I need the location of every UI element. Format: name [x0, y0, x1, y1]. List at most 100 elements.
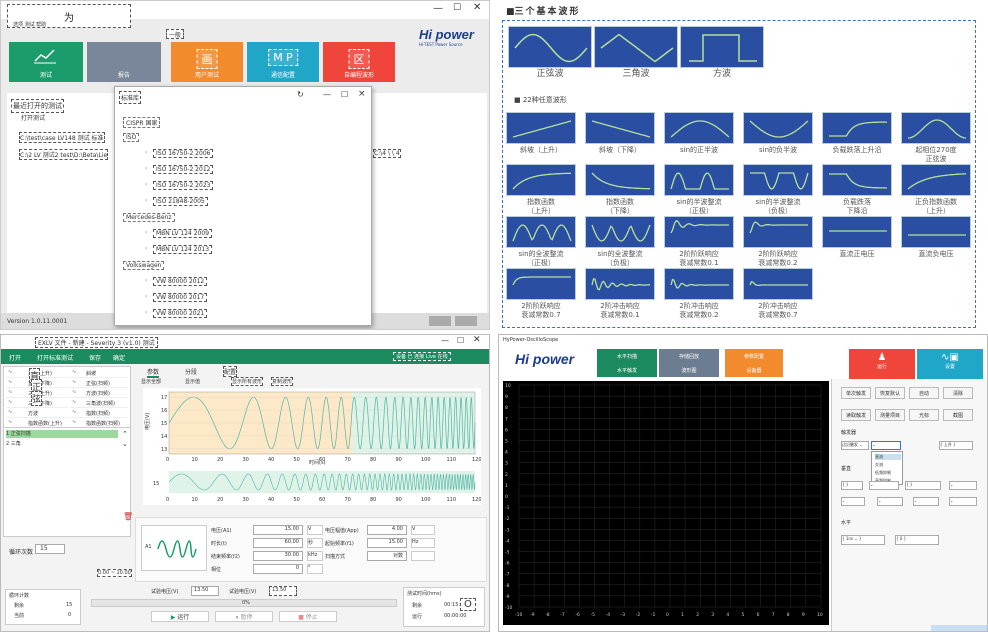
- arb-wave-1[interactable]: [585, 112, 655, 144]
- param-unit[interactable]: 秒: [307, 538, 323, 548]
- maximize-button[interactable]: ☐: [453, 3, 461, 13]
- stop-button[interactable]: ■ 停止: [279, 611, 337, 622]
- tile-comm-config[interactable]: M P 通信配置: [247, 42, 319, 82]
- param-input[interactable]: 15.00: [253, 525, 303, 535]
- step-row-2[interactable]: 2 三角: [6, 440, 118, 448]
- tile-wave[interactable]: 波形图: [659, 363, 719, 377]
- param-unit[interactable]: °: [307, 564, 323, 574]
- tile-device[interactable]: 设备器: [725, 363, 783, 377]
- open-standard-button[interactable]: 打开标准测试: [37, 353, 73, 362]
- basic-wave-0[interactable]: [508, 26, 592, 68]
- tile-report[interactable]: 报告: [87, 42, 161, 82]
- tree-item[interactable]: ISO 16750-2 2006: [153, 149, 214, 158]
- palette-right-item[interactable]: ∿ 斜坡: [70, 369, 128, 378]
- scope-button-5[interactable]: 测量项目: [875, 409, 905, 421]
- arb-wave-18[interactable]: [506, 268, 576, 300]
- vertical-controls[interactable]: { } ⌄ { } ⌄ ⌄ ⌄ ⌄ ⌄: [841, 477, 981, 509]
- tile-test[interactable]: 测试: [9, 42, 83, 82]
- tab-segments[interactable]: 分段: [185, 367, 197, 376]
- expand-arrow-icon[interactable]: ›: [145, 277, 147, 284]
- param-unit[interactable]: V: [411, 525, 435, 535]
- save-button[interactable]: 保存: [89, 353, 101, 362]
- show-all-button[interactable]: 显示全部: [141, 378, 161, 385]
- coupling-select[interactable]: ⌄: [871, 441, 901, 450]
- confirm-button[interactable]: 确定: [113, 353, 125, 362]
- param-input[interactable]: 对数: [367, 551, 407, 561]
- vmax-input[interactable]: 13.50: [269, 586, 297, 596]
- param-unit[interactable]: kHz: [307, 551, 323, 561]
- param-input[interactable]: 4.00: [367, 525, 407, 535]
- recent-file-3[interactable]: C:\4 \ \ 4: [373, 149, 401, 158]
- scope-button-1[interactable]: 恢复默认: [875, 387, 905, 399]
- open-button[interactable]: 打开: [9, 353, 21, 362]
- tree-item[interactable]: ISO 16750-2 2023: [153, 181, 214, 190]
- palette-right-item[interactable]: ∿ 方波(扫频): [70, 389, 128, 398]
- run-button[interactable]: ▶ 运行: [151, 611, 209, 622]
- expand-arrow-icon[interactable]: ›: [145, 197, 147, 204]
- expand-arrow-icon[interactable]: ›: [145, 181, 147, 188]
- run-tile[interactable]: ♟ 运行: [849, 349, 915, 379]
- arb-wave-11[interactable]: [901, 164, 971, 196]
- arb-wave-3[interactable]: [743, 112, 813, 144]
- time-base-select[interactable]: { 1ns ⌄ }: [841, 535, 885, 545]
- dialog-close[interactable]: ×: [358, 89, 366, 99]
- vmin-input[interactable]: 13.50: [191, 586, 219, 596]
- tree-item[interactable]: Volkswagen: [123, 261, 165, 270]
- severity-minimize[interactable]: —: [441, 336, 449, 345]
- arb-wave-16[interactable]: [822, 216, 892, 248]
- scroll-down[interactable]: ⌄: [122, 440, 128, 448]
- param-input[interactable]: 0: [253, 564, 303, 574]
- tab-config[interactable]: 配置: [223, 366, 238, 377]
- arb-wave-8[interactable]: [664, 164, 734, 196]
- arb-wave-17[interactable]: [901, 216, 971, 248]
- arb-wave-6[interactable]: [506, 164, 576, 196]
- palette-right-item[interactable]: ∿ 三角波(扫频): [70, 399, 128, 408]
- palette-left-item[interactable]: ∿ 方波: [6, 409, 68, 418]
- expand-arrow-icon[interactable]: ›: [145, 229, 147, 236]
- tile-params[interactable]: 参数配置: [725, 349, 783, 363]
- tile-custom-wave[interactable]: 区自编程波形: [323, 42, 395, 82]
- arb-wave-15[interactable]: [743, 216, 813, 248]
- arb-wave-5[interactable]: [901, 112, 971, 144]
- show-values-button[interactable]: 显示值: [185, 378, 200, 385]
- tile-store[interactable]: 存储回放: [659, 349, 719, 363]
- open-test-link[interactable]: 打开测试: [21, 113, 45, 122]
- minimize-button[interactable]: —: [433, 3, 443, 14]
- scope-button-3[interactable]: 清除: [943, 387, 973, 399]
- tree-item[interactable]: Mercedes-Benz: [123, 213, 175, 222]
- arb-wave-10[interactable]: [822, 164, 892, 196]
- param-unit[interactable]: V: [307, 525, 323, 535]
- arb-wave-19[interactable]: [585, 268, 655, 300]
- arb-wave-2[interactable]: [664, 112, 734, 144]
- refresh-icon[interactable]: ↻: [297, 90, 304, 99]
- tile-h-scan[interactable]: 水平扫描: [597, 349, 657, 363]
- recent-file-1[interactable]: C:\test\case LV148 测试 标准: [19, 132, 105, 143]
- palette-right-item[interactable]: ∿ 指数(扫频): [70, 409, 128, 418]
- arb-wave-13[interactable]: [585, 216, 655, 248]
- arb-wave-0[interactable]: [506, 112, 576, 144]
- loop-input[interactable]: 15: [35, 544, 65, 554]
- pause-button[interactable]: ⏸ 暂停: [215, 611, 273, 622]
- scope-button-4[interactable]: 读取触发: [841, 409, 871, 421]
- param-unit[interactable]: [411, 551, 435, 561]
- recent-file-2[interactable]: C:\2 LV 测试2 test\D:\Beta\Lie: [19, 149, 109, 160]
- copy-wave-button[interactable]: 复制波形: [271, 377, 294, 386]
- tree-item[interactable]: VW 80000 2012: [153, 277, 208, 286]
- arb-wave-9[interactable]: [743, 164, 813, 196]
- expand-arrow-icon[interactable]: ›: [145, 293, 147, 300]
- tile-h-trigger[interactable]: 水平触发: [597, 363, 657, 377]
- dropdown-option[interactable]: 低频抑制: [875, 470, 891, 476]
- basic-wave-1[interactable]: [594, 26, 678, 68]
- tree-item[interactable]: MBN LV 124 2013: [153, 245, 213, 254]
- scope-button-2[interactable]: 自动: [909, 387, 939, 399]
- tile-user-test[interactable]: 画用户测试: [171, 42, 243, 82]
- dropdown-option[interactable]: 交流: [875, 462, 883, 468]
- palette-right-item[interactable]: ∿ 正弦(扫频): [70, 379, 128, 388]
- tree-item[interactable]: VW 80000 2021: [153, 309, 208, 318]
- tree-item[interactable]: ISO 16750-2 2012: [153, 165, 214, 174]
- expand-arrow-icon[interactable]: ›: [145, 149, 147, 156]
- scope-button-0[interactable]: 单次触发: [841, 387, 871, 399]
- expand-arrow-icon[interactable]: ›: [145, 309, 147, 316]
- arb-wave-12[interactable]: [506, 216, 576, 248]
- severity-maximize[interactable]: ☐: [457, 336, 464, 345]
